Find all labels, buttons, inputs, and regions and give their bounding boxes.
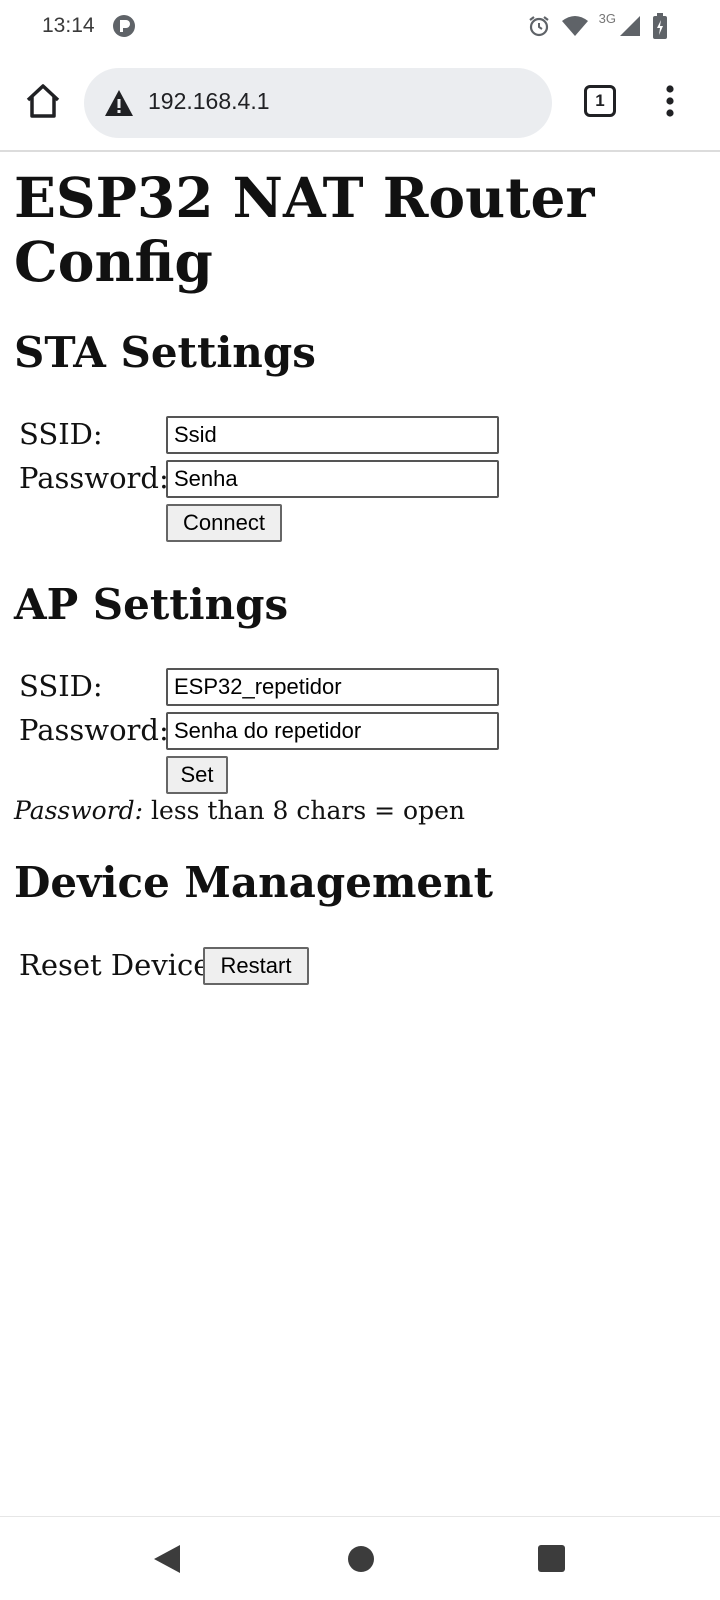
web-page: ESP32 NAT Router Config STA Settings SSI… xyxy=(0,154,720,1514)
password-note: Password: less than 8 chars = open xyxy=(14,795,465,827)
device-management-heading: Device Management xyxy=(14,858,494,907)
password-note-text: less than 8 chars = open xyxy=(143,796,465,825)
network-type-label: 3G xyxy=(598,10,616,26)
sta-settings-heading: STA Settings xyxy=(14,328,316,377)
sta-password-input[interactable] xyxy=(166,460,499,498)
home-circle-icon[interactable] xyxy=(348,1546,374,1572)
more-vert-icon[interactable] xyxy=(660,82,680,122)
ap-settings-heading: AP Settings xyxy=(14,580,289,629)
status-bar: 13:14 3G xyxy=(0,0,720,52)
warning-icon[interactable] xyxy=(104,89,134,117)
ap-password-input[interactable] xyxy=(166,712,499,750)
sta-password-label: Password: xyxy=(19,461,169,495)
sta-ssid-label: SSID: xyxy=(19,417,103,451)
set-button[interactable]: Set xyxy=(166,756,228,794)
home-icon[interactable] xyxy=(22,80,64,122)
password-note-emphasis: Password: xyxy=(14,796,144,825)
alarm-icon xyxy=(527,14,551,38)
browser-toolbar: 192.168.4.1 1 xyxy=(0,52,720,152)
ap-ssid-label: SSID: xyxy=(19,669,103,703)
system-nav-bar xyxy=(0,1516,720,1600)
restart-button[interactable]: Restart xyxy=(203,947,309,985)
ap-ssid-input[interactable] xyxy=(166,668,499,706)
tab-switcher-button[interactable]: 1 xyxy=(584,85,616,117)
wifi-icon xyxy=(561,14,589,38)
page-title: ESP32 NAT Router Config xyxy=(14,165,595,294)
sta-ssid-input[interactable] xyxy=(166,416,499,454)
reset-device-label: Reset Device: xyxy=(19,948,221,982)
recents-icon[interactable] xyxy=(538,1545,565,1572)
back-icon[interactable] xyxy=(152,1543,182,1579)
url-bar[interactable]: 192.168.4.1 xyxy=(84,68,552,138)
status-time: 13:14 xyxy=(42,14,95,37)
connect-button[interactable]: Connect xyxy=(166,504,282,542)
battery-charging-icon xyxy=(652,13,668,39)
ap-password-label: Password: xyxy=(19,713,169,747)
app-notification-icon xyxy=(112,14,136,38)
cellular-signal-icon xyxy=(618,14,642,38)
url-text[interactable]: 192.168.4.1 xyxy=(148,88,270,115)
